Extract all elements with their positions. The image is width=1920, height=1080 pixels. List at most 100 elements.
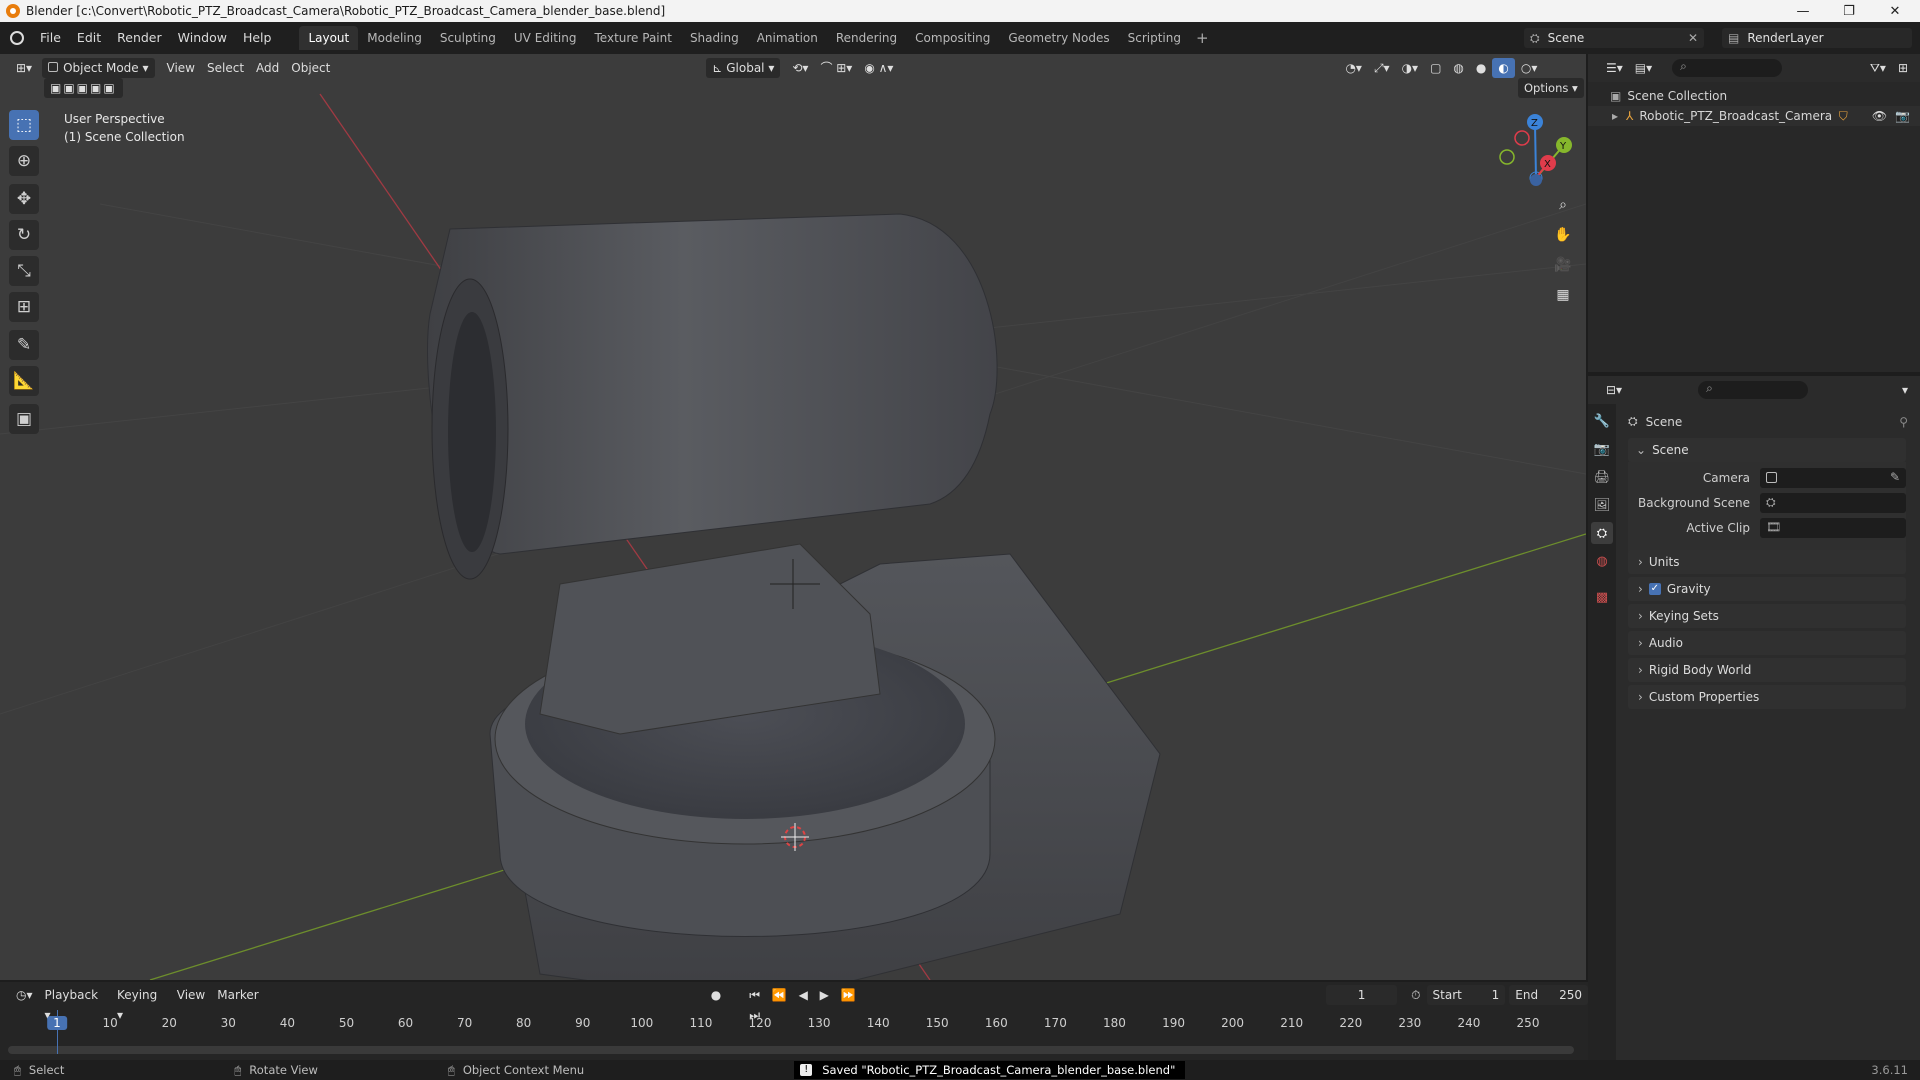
filter-icon[interactable]: ⛛▾ (1864, 58, 1892, 78)
tab-geometry-nodes[interactable]: Geometry Nodes (999, 26, 1118, 50)
eyedropper-icon[interactable]: ✎ (1890, 470, 1900, 484)
current-frame-field[interactable]: 1 (1326, 985, 1398, 1005)
scene-tab-icon[interactable]: ⛭ (1591, 522, 1613, 544)
maximize-button[interactable]: ❐ (1826, 0, 1872, 22)
render-camera-icon[interactable]: 📷 (1895, 109, 1910, 123)
camera-field[interactable]: ✎ (1760, 468, 1906, 488)
properties-search-input[interactable]: ⌕ (1698, 381, 1809, 399)
menu-file[interactable]: File (32, 27, 69, 49)
scene-panel-header[interactable]: ⌄ Scene (1628, 438, 1906, 462)
transform-tool-icon[interactable]: ⊞ (9, 292, 39, 322)
tab-compositing[interactable]: Compositing (906, 26, 999, 50)
tab-animation[interactable]: Animation (748, 26, 827, 50)
viewport-menu-view[interactable]: View (161, 58, 201, 78)
scene-selector[interactable]: ⛭ Scene ✕ (1524, 28, 1704, 48)
display-mode-icon[interactable]: ▤▾ (1629, 58, 1658, 78)
add-cube-tool-icon[interactable]: ▣ (9, 404, 39, 434)
orientation-dropdown[interactable]: ⊾ Global ▾ (706, 58, 781, 78)
start-frame-field[interactable]: Start 1 (1426, 985, 1506, 1005)
camera-view-icon[interactable]: 🎥 (1550, 252, 1576, 278)
world-tab-icon[interactable]: ◍ (1591, 550, 1613, 572)
record-icon[interactable]: ● (705, 985, 727, 1005)
eye-icon[interactable]: 👁 (1872, 109, 1887, 123)
blender-menu-icon[interactable] (10, 31, 24, 45)
tool-tab-icon[interactable]: 🔧 (1591, 410, 1613, 432)
timeline-editor-type-icon[interactable]: ◷▾ (10, 985, 39, 1005)
outliner-editor-type-icon[interactable]: ☰▾ (1600, 58, 1629, 78)
move-tool-icon[interactable]: ✥ (9, 184, 39, 214)
timeline-menu-marker[interactable]: Marker (211, 985, 264, 1005)
rotate-tool-icon[interactable]: ↻ (9, 220, 39, 250)
view-layer-tab-icon[interactable]: 🖼 (1591, 494, 1613, 516)
render-tab-icon[interactable]: 📷 (1591, 438, 1613, 460)
select-mode-icons[interactable]: ▣▣▣▣▣ (44, 78, 123, 98)
preview-range-icon[interactable]: ⏱ (1405, 985, 1426, 1005)
timeline-menu-keying[interactable]: Keying ▾ (111, 985, 171, 1022)
tab-modeling[interactable]: Modeling (358, 26, 431, 50)
viewport-menu-select[interactable]: Select (201, 58, 250, 78)
scale-tool-icon[interactable]: ⤡ (9, 256, 39, 286)
measure-tool-icon[interactable]: 📐 (9, 366, 39, 396)
timeline-menu-view[interactable]: View (171, 985, 211, 1005)
tab-sculpting[interactable]: Sculpting (431, 26, 505, 50)
add-workspace-icon[interactable]: + (1190, 29, 1215, 47)
annotate-tool-icon[interactable]: ✎ (9, 330, 39, 360)
timeline-menu-playback[interactable]: Playback ▾ (39, 985, 111, 1022)
3d-viewport[interactable]: Z Y X ⊞▾ Object Mode ▾ View Select Add O… (0, 54, 1586, 980)
tab-texture-paint[interactable]: Texture Paint (586, 26, 681, 50)
xray-icon[interactable]: ▢ (1424, 58, 1447, 78)
shading-rendered-icon[interactable]: ○▾ (1515, 58, 1544, 78)
end-frame-field[interactable]: End 250 (1509, 985, 1588, 1005)
panel-gravity[interactable]: › ✓ Gravity (1628, 577, 1906, 601)
viewport-scene[interactable]: Z Y X (0, 54, 1586, 980)
outliner-search-input[interactable]: ⌕ (1672, 59, 1783, 77)
pin-properties-icon[interactable]: ⚲ (1899, 415, 1908, 429)
options-dropdown[interactable]: Options ▾ (1518, 78, 1584, 98)
minimize-button[interactable]: — (1780, 0, 1826, 22)
properties-options-icon[interactable]: ▾ (1896, 380, 1914, 400)
timeline-scrollbar[interactable] (8, 1046, 1574, 1054)
properties-editor-type-icon[interactable]: ⊟▾ (1600, 380, 1628, 400)
render-layer-selector[interactable]: ▤ RenderLayer (1722, 28, 1912, 48)
close-button[interactable]: ✕ (1872, 0, 1918, 22)
visibility-icon[interactable]: ◔▾ (1339, 58, 1368, 78)
tab-shading[interactable]: Shading (681, 26, 748, 50)
ortho-grid-icon[interactable]: ▦ (1550, 282, 1576, 308)
select-box-tool-icon[interactable]: ⬚ (9, 110, 39, 140)
texture-tab-icon[interactable]: ▩ (1591, 586, 1613, 608)
menu-help[interactable]: Help (235, 27, 280, 49)
panel-custom-properties[interactable]: › Custom Properties (1628, 685, 1906, 709)
tab-uv-editing[interactable]: UV Editing (505, 26, 586, 50)
viewport-menu-object[interactable]: Object (285, 58, 336, 78)
new-collection-icon[interactable]: ⊞ (1892, 58, 1914, 78)
playback-controls[interactable]: ⏮ ⏪ ◀ ▶ ⏩ ⏭ (743, 985, 882, 1022)
tab-layout[interactable]: Layout (299, 26, 359, 50)
menu-window[interactable]: Window (170, 27, 235, 49)
tab-scripting[interactable]: Scripting (1119, 26, 1190, 50)
active-clip-field[interactable]: 🎞 (1760, 518, 1906, 538)
shading-material-icon[interactable]: ◐ (1492, 58, 1515, 78)
tab-rendering[interactable]: Rendering (827, 26, 906, 50)
panel-keying-sets[interactable]: › Keying Sets (1628, 604, 1906, 628)
scene-collection-row[interactable]: ▣ Scene Collection (1588, 86, 1920, 106)
panel-rigid-body-world[interactable]: › Rigid Body World (1628, 658, 1906, 682)
shading-wireframe-icon[interactable]: ◍ (1447, 58, 1469, 78)
object-mode-dropdown[interactable]: Object Mode ▾ (42, 58, 155, 78)
pan-hand-icon[interactable]: ✋ (1550, 222, 1576, 248)
cursor-tool-icon[interactable]: ⊕ (9, 146, 39, 176)
modifier-icon[interactable]: ⛉ (1839, 109, 1848, 124)
pin-icon[interactable]: ✕ (1688, 31, 1698, 45)
viewport-menu-add[interactable]: Add (250, 58, 285, 78)
zoom-icon[interactable]: ⌕ (1550, 192, 1576, 218)
snap-icon[interactable]: ⌒ ⊞▾ (814, 58, 858, 78)
panel-audio[interactable]: › Audio (1628, 631, 1906, 655)
shading-solid-icon[interactable]: ● (1470, 58, 1492, 78)
proportional-edit-icon[interactable]: ◉ ∧▾ (858, 58, 899, 78)
output-tab-icon[interactable]: 🖨 (1591, 466, 1613, 488)
gravity-checkbox[interactable]: ✓ (1648, 583, 1661, 595)
expand-chevron-icon[interactable]: ▸ (1612, 109, 1618, 123)
gizmo-toggle-icon[interactable]: ⤢▾ (1368, 58, 1396, 78)
menu-render[interactable]: Render (109, 27, 170, 49)
editor-type-icon[interactable]: ⊞▾ (10, 58, 38, 78)
menu-edit[interactable]: Edit (69, 27, 109, 49)
